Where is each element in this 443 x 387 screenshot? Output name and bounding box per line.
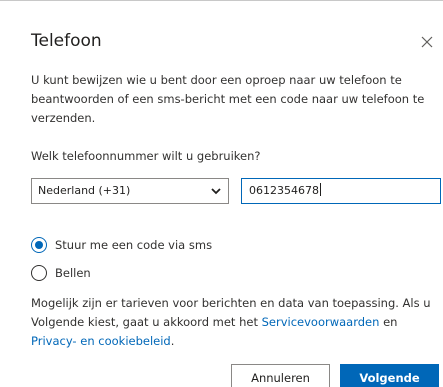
option-call-label: Bellen — [55, 266, 91, 280]
option-sms[interactable]: Stuur me een code via sms — [31, 236, 212, 254]
option-sms-label: Stuur me een code via sms — [55, 238, 213, 252]
country-code-selected: Nederland (+31) — [38, 184, 131, 197]
chevron-down-icon — [211, 188, 221, 195]
call-radio[interactable] — [31, 265, 47, 281]
phone-number-input[interactable]: 0612354678 — [241, 178, 441, 204]
country-code-select[interactable]: Nederland (+31) — [31, 178, 229, 204]
terms-link[interactable]: Servicevoorwaarden — [262, 315, 380, 329]
legal-text-after: . — [170, 334, 175, 348]
phone-number-value: 0612354678 — [249, 184, 319, 197]
sms-radio[interactable] — [31, 237, 47, 253]
legal-notice: Mogelijk zijn er tarieven voor berichten… — [31, 294, 439, 351]
close-icon — [421, 36, 433, 48]
dialog-title: Telefoon — [31, 31, 102, 51]
privacy-link[interactable]: Privacy- en cookiebeleid — [31, 334, 171, 348]
next-button[interactable]: Volgende — [340, 364, 439, 387]
text-caret — [320, 183, 321, 196]
close-button[interactable] — [420, 35, 434, 49]
legal-text-middle: en — [379, 315, 398, 329]
cancel-button[interactable]: Annuleren — [231, 364, 330, 387]
phone-verification-dialog: Telefoon U kunt bewijzen wie u bent door… — [0, 0, 443, 387]
option-call[interactable]: Bellen — [31, 264, 91, 282]
phone-number-question: Welk telefoonnummer wilt u gebruiken? — [31, 149, 261, 163]
dialog-description: U kunt bewijzen wie u bent door een opro… — [31, 73, 425, 125]
